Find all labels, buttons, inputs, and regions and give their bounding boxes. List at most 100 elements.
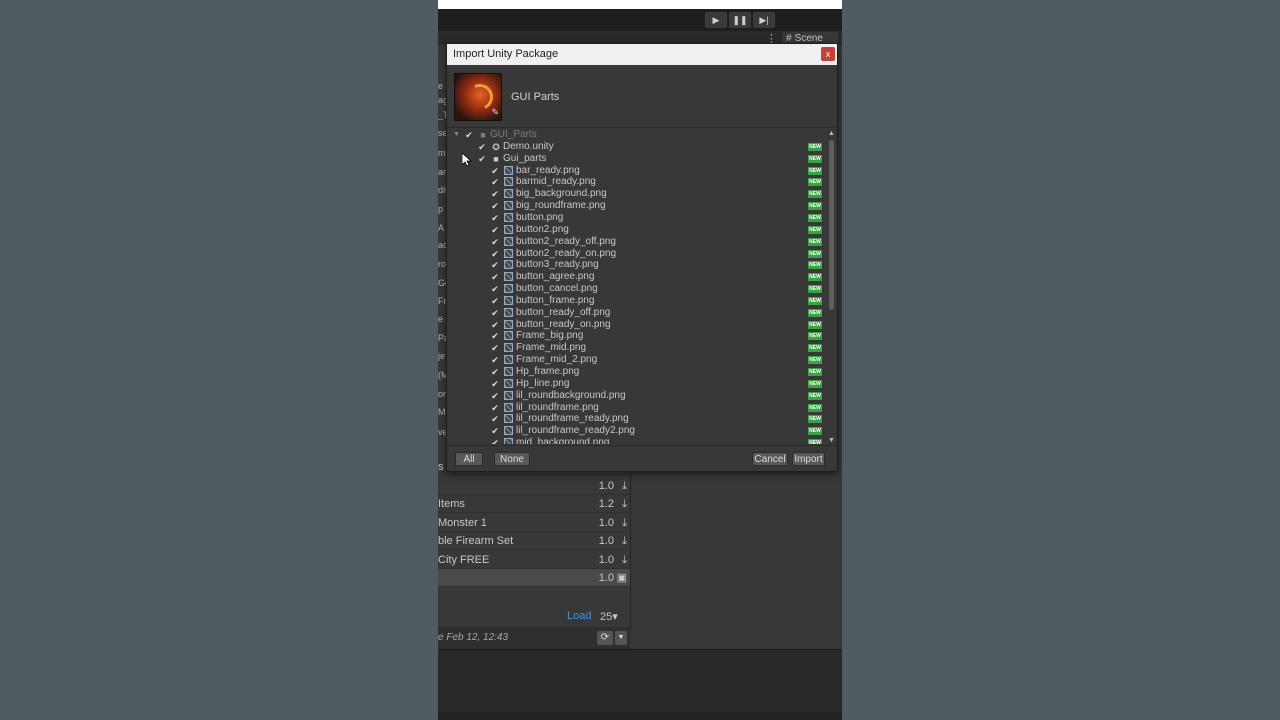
tree-scrollbar[interactable]: ▲ ▼ [828, 130, 836, 444]
tree-item[interactable]: ✔ button3_ready.png NEW [447, 259, 827, 271]
tree-item[interactable]: ✔ Frame_big.png NEW [447, 330, 827, 342]
tree-item[interactable]: ✔ big_background.png NEW [447, 188, 827, 200]
tree-item[interactable]: ✔ mid_background.png NEW [447, 437, 827, 444]
tree-item-label: lil_roundframe_ready2.png [516, 425, 635, 437]
tree-root[interactable]: ▼ ✔ ■ GUI_Parts [447, 129, 827, 141]
checkbox-icon[interactable]: ✔ [477, 142, 487, 152]
download-icon[interactable]: ⤓ [622, 551, 627, 569]
unity-editor: ▶ ❚❚ ▶| ⋮ #Scene e Mag_TisemearditpAacro… [438, 0, 842, 720]
import-tree: ▼ ✔ ■ GUI_Parts ✔ ✪ Demo.unity NEW ✔ ■ Gui_par… [447, 129, 827, 444]
package-row[interactable]: 1.0 ⤓ [438, 477, 630, 495]
checkbox-icon[interactable]: ✔ [490, 249, 500, 259]
new-badge: NEW [808, 190, 822, 199]
checkbox-icon[interactable]: ✔ [490, 272, 500, 282]
scroll-down-icon[interactable]: ▼ [828, 437, 835, 444]
last-updated-text: e Feb 12, 12:43 [438, 632, 509, 643]
tree-item-label: button2_ready_on.png [516, 247, 617, 259]
checkbox-icon[interactable]: ✔ [490, 391, 500, 401]
tree-item[interactable]: ✔ button2_ready_off.png NEW [447, 236, 827, 248]
checkbox-icon[interactable]: ✔ [490, 343, 500, 353]
import-icon[interactable]: ▣ [617, 569, 627, 587]
tree-item-label: Gui_parts [503, 152, 547, 164]
checkbox-icon[interactable]: ✔ [490, 379, 500, 389]
tree-item[interactable]: ✔ Frame_mid.png NEW [447, 342, 827, 354]
per-page-dropdown[interactable]: 25▾ [600, 610, 618, 623]
all-button[interactable]: All [455, 452, 483, 466]
none-button[interactable]: None [494, 452, 530, 466]
play-icon[interactable]: ▶ [705, 12, 727, 28]
tree-item-label: lil_roundframe_ready.png [516, 413, 629, 425]
close-icon[interactable]: x [821, 47, 835, 61]
foldout-icon[interactable]: ▼ [453, 129, 460, 141]
checkbox-icon[interactable]: ✔ [490, 403, 500, 413]
checkbox-icon[interactable]: ✔ [490, 355, 500, 365]
checkbox-icon[interactable]: ✔ [490, 189, 500, 199]
checkbox-icon[interactable]: ✔ [490, 320, 500, 330]
package-row[interactable]: Monster 1 1.0 ⤓ [438, 514, 630, 532]
checkbox-icon[interactable]: ✔ [464, 130, 474, 140]
tree-item[interactable]: ✔ button_cancel.png NEW [447, 283, 827, 295]
package-row[interactable]: City FREE 1.0 ⤓ [438, 551, 630, 569]
new-badge: NEW [808, 427, 822, 436]
tree-item[interactable]: ✔ Frame_mid_2.png NEW [447, 354, 827, 366]
refresh-icon[interactable]: ⟳ [597, 631, 613, 645]
pause-icon[interactable]: ❚❚ [729, 12, 751, 28]
scroll-up-icon[interactable]: ▲ [828, 130, 835, 137]
checkbox-icon[interactable]: ✔ [490, 331, 500, 341]
checkbox-icon[interactable]: ✔ [490, 426, 500, 436]
step-icon[interactable]: ▶| [753, 12, 775, 28]
tree-item[interactable]: ✔ ■ Gui_parts NEW [447, 153, 827, 165]
cancel-button[interactable]: Cancel [752, 452, 788, 466]
package-version: 1.2 [598, 498, 614, 510]
tree-item[interactable]: ✔ lil_roundbackground.png NEW [447, 390, 827, 402]
package-row[interactable]: Items 1.2 ⤓ [438, 495, 630, 513]
image-icon [504, 438, 513, 444]
checkbox-icon[interactable]: ✔ [490, 177, 500, 187]
checkbox-icon[interactable]: ✔ [477, 154, 487, 164]
tree-item[interactable]: ✔ button2_ready_on.png NEW [447, 248, 827, 260]
divider [447, 127, 837, 128]
new-badge: NEW [808, 202, 822, 211]
tree-item[interactable]: ✔ button_agree.png NEW [447, 271, 827, 283]
tree-item[interactable]: ✔ Hp_frame.png NEW [447, 366, 827, 378]
tree-item[interactable]: ✔ button_frame.png NEW [447, 295, 827, 307]
tree-item[interactable]: ✔ lil_roundframe_ready2.png NEW [447, 425, 827, 437]
tree-item[interactable]: ✔ ✪ Demo.unity NEW [447, 141, 827, 153]
checkbox-icon[interactable]: ✔ [490, 414, 500, 424]
tree-item[interactable]: ✔ button_ready_off.png NEW [447, 307, 827, 319]
image-icon [504, 307, 513, 317]
checkbox-icon[interactable]: ✔ [490, 284, 500, 294]
tree-item[interactable]: ✔ Hp_line.png NEW [447, 378, 827, 390]
image-icon [504, 212, 513, 222]
tree-item[interactable]: ✔ button2.png NEW [447, 224, 827, 236]
checkbox-icon[interactable]: ✔ [490, 308, 500, 318]
tree-item[interactable]: ✔ barmid_ready.png NEW [447, 176, 827, 188]
tree-item[interactable]: ✔ lil_roundframe_ready.png NEW [447, 413, 827, 425]
chevron-down-icon[interactable]: ▼ [615, 631, 627, 645]
checkbox-icon[interactable]: ✔ [490, 367, 500, 377]
package-row[interactable]: ble Firearm Set 1.0 ⤓ [438, 532, 630, 550]
background-right [842, 0, 1280, 720]
title-strip [438, 0, 842, 9]
tree-item[interactable]: ✔ lil_roundframe.png NEW [447, 402, 827, 414]
checkbox-icon[interactable]: ✔ [490, 438, 500, 444]
checkbox-icon[interactable]: ✔ [490, 237, 500, 247]
import-button[interactable]: Import [792, 452, 825, 466]
checkbox-icon[interactable]: ✔ [490, 260, 500, 270]
tree-item[interactable]: ✔ bar_ready.png NEW [447, 165, 827, 177]
checkbox-icon[interactable]: ✔ [490, 166, 500, 176]
scroll-thumb[interactable] [829, 140, 834, 310]
package-row[interactable]: 1.0 ▣ [438, 569, 630, 587]
checkbox-icon[interactable]: ✔ [490, 296, 500, 306]
download-icon[interactable]: ⤓ [622, 495, 627, 513]
download-icon[interactable]: ⤓ [622, 532, 627, 550]
checkbox-icon[interactable]: ✔ [490, 213, 500, 223]
tree-item[interactable]: ✔ big_roundframe.png NEW [447, 200, 827, 212]
checkbox-icon[interactable]: ✔ [490, 201, 500, 211]
tree-item[interactable]: ✔ button.png NEW [447, 212, 827, 224]
download-icon[interactable]: ⤓ [622, 514, 627, 532]
checkbox-icon[interactable]: ✔ [490, 225, 500, 235]
download-icon[interactable]: ⤓ [622, 477, 627, 495]
tree-item[interactable]: ✔ button_ready_on.png NEW [447, 319, 827, 331]
load-link[interactable]: Load [567, 610, 591, 622]
